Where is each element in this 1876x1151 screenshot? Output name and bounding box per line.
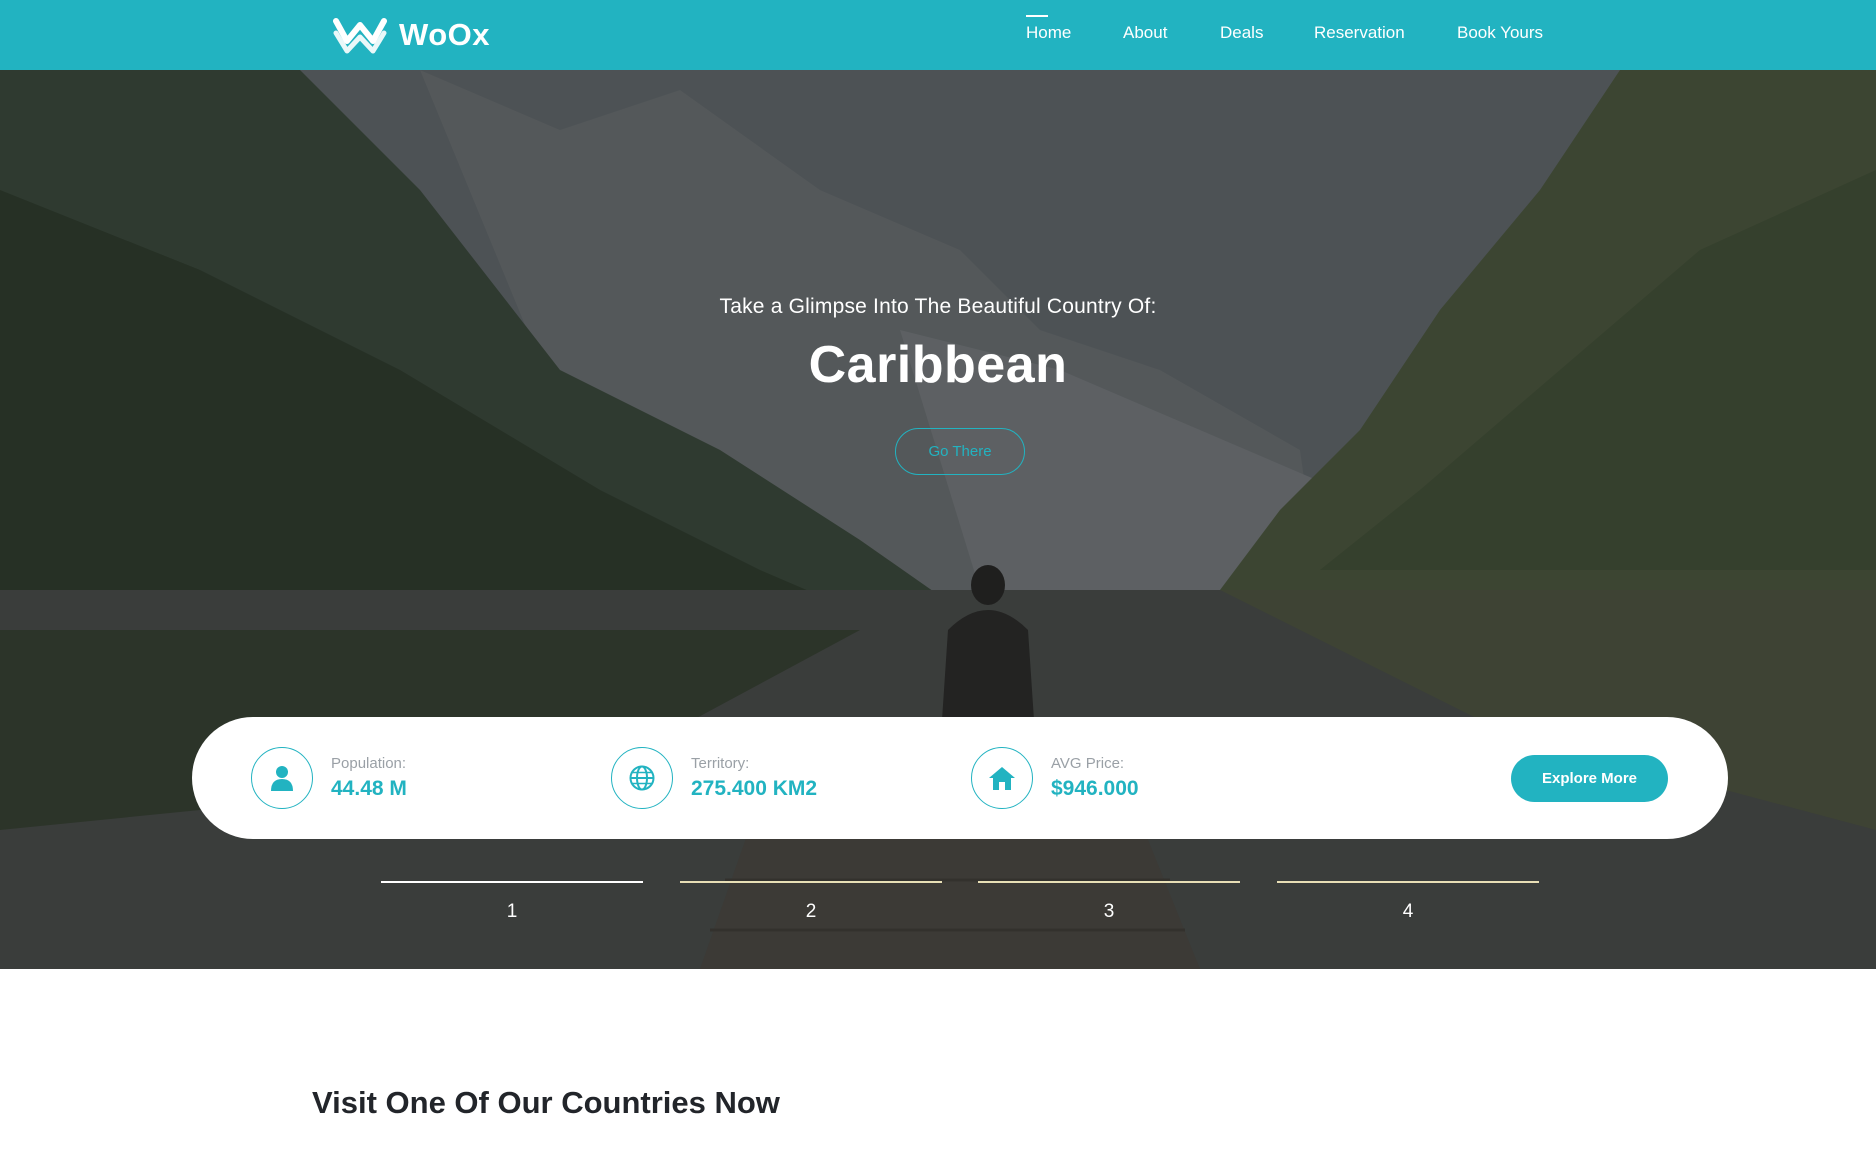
hero-subtitle: Take a Glimpse Into The Beautiful Countr…	[719, 295, 1157, 318]
nav-about[interactable]: About	[1123, 23, 1167, 43]
nav-home[interactable]: Home	[1026, 15, 1071, 43]
logo-mark-icon	[333, 18, 387, 54]
brand-name: WoOx	[399, 17, 490, 52]
stat-territory-value: 275.400 KM2	[691, 777, 818, 800]
slide-indicator-1[interactable]: 1	[381, 881, 643, 922]
explore-more-button[interactable]: Explore More	[1511, 755, 1668, 802]
stat-population-value: 44.48 M	[331, 777, 407, 800]
stat-avg-price-label: AVG Price:	[1051, 755, 1125, 772]
hero-title: Caribbean	[808, 336, 1068, 394]
stat-territory-label: Territory:	[691, 755, 750, 772]
slide-indicator-line	[381, 881, 643, 883]
slide-number: 3	[1103, 901, 1115, 922]
slide-indicator-line	[680, 881, 942, 883]
user-icon	[251, 747, 313, 809]
slide-indicator-line	[978, 881, 1240, 883]
stat-avg-price-value: $946.000	[1051, 777, 1139, 800]
home-icon	[971, 747, 1033, 809]
stat-population-label: Population:	[331, 755, 407, 772]
site-header: WoOx Home About Deals Reservation Book Y…	[0, 0, 1876, 70]
slide-number: 4	[1402, 901, 1414, 922]
nav-reservation[interactable]: Reservation	[1314, 23, 1405, 43]
slide-number: 2	[805, 901, 817, 922]
go-there-button[interactable]: Go There	[895, 428, 1025, 475]
globe-icon	[611, 747, 673, 809]
nav-book-yours[interactable]: Book Yours	[1457, 23, 1543, 43]
section-heading: Visit One Of Our Countries Now	[312, 1085, 780, 1120]
slide-indicator-2[interactable]: 2	[680, 881, 942, 922]
country-info-bar: Population: 44.48 M Territory: 275.400 K…	[192, 717, 1728, 839]
slide-indicator-4[interactable]: 4	[1277, 881, 1539, 922]
slide-indicator-line	[1277, 881, 1539, 883]
brand-logo[interactable]: WoOx	[333, 12, 490, 58]
slide-number: 1	[506, 901, 518, 922]
nav-deals[interactable]: Deals	[1220, 23, 1263, 43]
main-nav: Home About Deals Reservation Book Yours	[1000, 0, 1560, 70]
slide-indicator-3[interactable]: 3	[978, 881, 1240, 922]
